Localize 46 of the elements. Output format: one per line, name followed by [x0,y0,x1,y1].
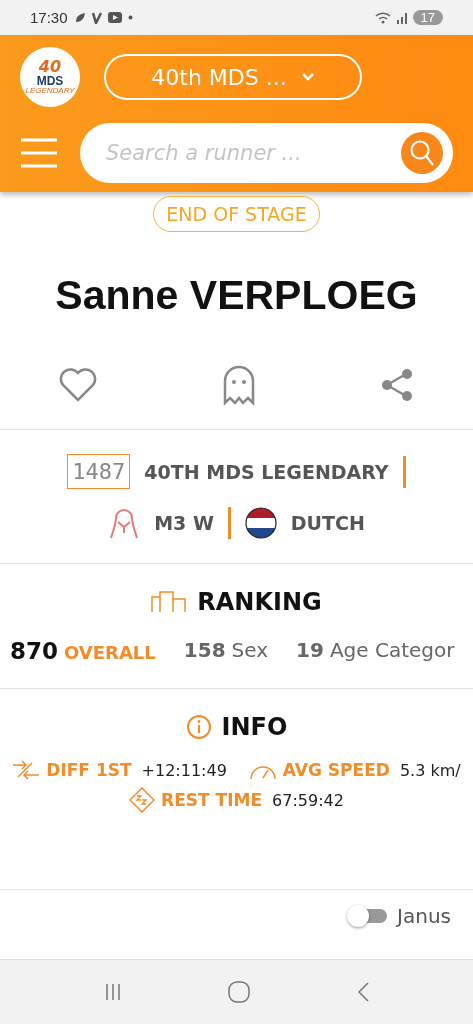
rank-category: Age Categor [329,638,455,662]
search-icon [409,139,435,167]
wifi-icon [374,11,391,24]
woman-icon [108,507,141,539]
dot-icon [127,15,133,20]
podium-icon [151,591,188,613]
signal-icon [396,11,407,24]
search-button[interactable] [401,132,443,174]
share-icon[interactable] [379,367,415,403]
info-label: DIFF 1ST [46,760,132,780]
leaf-icon [73,11,86,24]
info-icon [185,714,212,740]
rank-number: 158 [183,638,226,662]
info-label: AVG SPEED [282,760,390,780]
video-icon [107,12,122,23]
search-field[interactable]: Search a runner ... [104,140,401,166]
arrows-icon [12,759,41,781]
nationality: DUTCH [290,512,365,534]
runner-name: Sanne VERPLOEG [54,272,419,319]
toggle-label: Janus [397,904,451,928]
race-logo[interactable]: 40 MDS LEGENDARY [20,47,80,107]
race-name: 40TH MDS LEGENDARY [144,460,389,483]
flag-icon [244,507,277,539]
info-label: REST TIME [161,790,263,810]
home-icon[interactable] [228,981,251,1003]
menu-icon[interactable] [20,138,58,168]
chevron-down-icon [300,72,315,82]
info-title: INFO [221,713,288,741]
rank-category: OVERALL [64,642,156,663]
info-value: +12:11:49 [141,760,227,780]
bib-number: 1487 [67,454,131,489]
battery-level: 17 [412,10,443,25]
ranking-title: RANKING [197,588,322,616]
rank-number: 19 [296,638,324,662]
search-bar[interactable]: Search a runner ... [80,123,453,183]
sleep-icon [129,787,156,813]
ghost-icon[interactable] [221,365,256,405]
category: M3 W [154,512,214,534]
back-icon[interactable] [356,981,371,1003]
rank-number: 870 [10,638,58,664]
info-value: 67:59:42 [272,790,344,810]
info-value: 5.3 km/ [399,760,461,780]
rank-category: Sex [231,638,269,662]
v-icon [91,11,102,24]
heart-icon[interactable] [58,367,98,403]
status-time: 17:30 [30,9,68,26]
